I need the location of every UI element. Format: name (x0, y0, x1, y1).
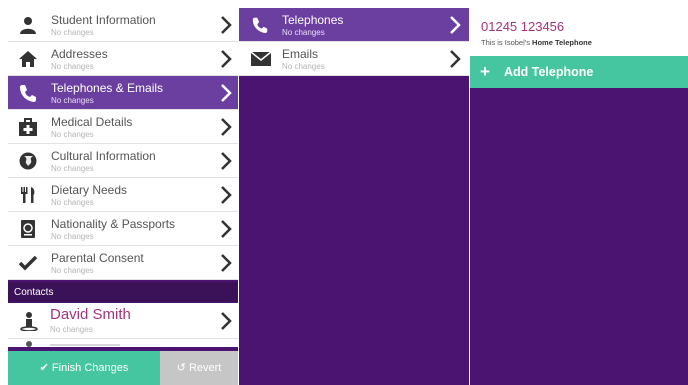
category-status: No changes (51, 62, 94, 71)
passport-icon (18, 219, 38, 239)
chevron-right-icon (220, 253, 232, 273)
chevron-right-icon (220, 117, 232, 137)
chevron-right-icon (220, 83, 232, 103)
add-telephone-button[interactable]: + Add Telephone (470, 56, 688, 88)
house-icon (18, 49, 38, 69)
person-icon (18, 15, 38, 35)
category-item-addresses[interactable]: Addresses No changes (8, 42, 238, 76)
contact-name: David Smith (50, 306, 131, 323)
medical-kit-icon (18, 117, 38, 137)
phone-number: 01245 123456 (481, 19, 565, 34)
category-title: Telephones & Emails (51, 81, 164, 95)
revert-button[interactable]: ↺ Revert (160, 351, 238, 385)
checkmark-icon (18, 253, 38, 273)
telephone-entry[interactable]: 01245 123456 This is Isobel's Home Telep… (470, 8, 688, 56)
category-status: No changes (51, 130, 94, 139)
subcategory-title: Telephones (282, 13, 344, 27)
revert-icon: ↺ (176, 362, 189, 374)
category-item-medical-details[interactable]: Medical Details No changes (8, 110, 238, 144)
contact-name-placeholder (50, 344, 120, 346)
chevron-right-icon (220, 15, 232, 35)
category-item-dietary-needs[interactable]: Dietary Needs No changes (8, 178, 238, 212)
finish-changes-label: Finish Changes (51, 362, 129, 374)
category-item-nationality-passports[interactable]: Nationality & Passports No changes (8, 212, 238, 246)
add-telephone-label: Add Telephone (504, 65, 594, 79)
chevron-right-icon (449, 49, 461, 69)
category-status: No changes (51, 266, 94, 275)
chevron-right-icon (220, 185, 232, 205)
envelope-icon (250, 50, 272, 68)
category-item-student-information[interactable]: Student Information No changes (8, 8, 238, 42)
contact-status: No changes (50, 325, 93, 334)
chevron-right-icon (220, 151, 232, 171)
category-title: Parental Consent (51, 251, 144, 265)
globe-icon (18, 151, 38, 171)
subcategory-status: No changes (282, 28, 325, 37)
phone-description: This is Isobel's Home Telephone (481, 38, 592, 47)
chevron-right-icon (220, 49, 232, 69)
category-status: No changes (51, 198, 94, 207)
chevron-right-icon (220, 311, 232, 331)
category-title: Addresses (51, 47, 108, 61)
category-title: Medical Details (51, 115, 133, 129)
category-status: No changes (51, 164, 94, 173)
category-status: No changes (51, 232, 94, 241)
category-status: No changes (51, 28, 94, 37)
subcategory-item-telephones[interactable]: Telephones No changes (239, 8, 469, 42)
finish-changes-button[interactable]: ✔ Finish Changes (8, 351, 160, 385)
contact-item-partial[interactable] (8, 339, 238, 347)
phone-icon (250, 16, 272, 34)
chevron-right-icon (220, 219, 232, 239)
plus-icon: + (480, 62, 490, 81)
category-column: Student Information No changes Addresses… (8, 8, 238, 385)
phone-description-prefix: This is Isobel's (481, 38, 530, 47)
subcategory-item-emails[interactable]: Emails No changes (239, 42, 469, 76)
contact-person-icon (20, 311, 38, 332)
subcategory-title: Emails (282, 47, 319, 61)
contact-item-david-smith[interactable]: David Smith No changes (8, 303, 238, 339)
check-icon: ✔ (39, 362, 52, 374)
phone-type: Home Telephone (532, 38, 592, 47)
category-item-telephones-emails[interactable]: Telephones & Emails No changes (8, 76, 238, 110)
revert-label: Revert (188, 362, 222, 374)
subcategory-status: No changes (282, 62, 325, 71)
category-title: Cultural Information (51, 149, 156, 163)
cutlery-icon (18, 185, 38, 205)
category-item-parental-consent[interactable]: Parental Consent No changes (8, 246, 238, 280)
category-title: Dietary Needs (51, 183, 128, 197)
detail-column: 01245 123456 This is Isobel's Home Telep… (470, 8, 688, 385)
category-item-cultural-information[interactable]: Cultural Information No changes (8, 144, 238, 178)
contact-person-icon (26, 341, 32, 347)
category-title: Nationality & Passports (51, 217, 176, 231)
phone-icon (18, 83, 38, 103)
category-title: Student Information (51, 13, 156, 27)
subcategory-column: Telephones No changes Emails No changes (239, 8, 469, 385)
app-frame: Student Information No changes Addresses… (8, 8, 688, 385)
chevron-right-icon (449, 15, 461, 35)
contacts-section-header: Contacts (8, 282, 238, 302)
category-status: No changes (51, 96, 94, 105)
